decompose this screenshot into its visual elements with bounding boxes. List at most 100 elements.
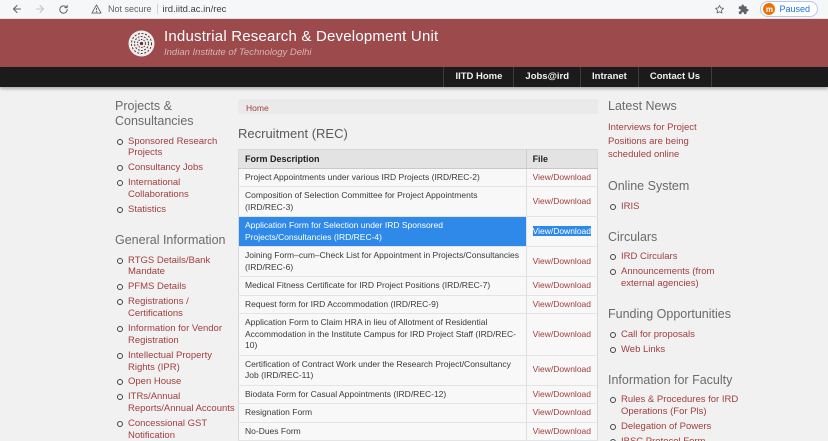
sidebar-link[interactable]: Sponsored Research Projects [115,136,235,160]
file-cell: View/Download [525,276,598,296]
file-cell: View/Download [525,422,598,441]
sidebar-link[interactable]: Call for proposals [608,329,740,341]
view-download-link[interactable]: View/Download [533,407,591,417]
view-download-link[interactable]: View/Download [533,389,591,399]
site-subtitle: Indian Institute of Technology Delhi [164,47,312,58]
sidebar-link[interactable]: Intellectual Property Rights (IPR) [115,350,235,374]
view-download-link[interactable]: View/Download [533,364,591,374]
sidebar-link[interactable]: Information for Vendor Registration [115,323,235,347]
file-cell: View/Download [525,246,598,278]
sidebar-section-title: Latest News [608,99,677,113]
profile-avatar: m [763,3,776,15]
file-cell: View/Download [525,295,598,315]
forward-icon[interactable] [33,2,47,16]
reload-icon[interactable] [56,2,70,16]
sidebar-section: Circulars IRD Circulars Announcements (fro… [608,230,740,290]
sidebar-link[interactable]: Concessional GST Notification [115,418,235,441]
sidebar-section-title: Online System [608,179,690,194]
file-cell: View/Download [525,186,598,218]
right-sidebar: Latest News Interviews for Project Positi… [608,87,740,441]
sidebar-list: RTGS Details/Bank Mandate PFMS Details Reg… [115,255,235,441]
form-description: No-Dues Form [238,422,527,441]
table-row: Joining Form–cum–Check List for Appointm… [238,246,598,278]
form-description: Medical Fitness Certificate for IRD Proj… [238,276,527,296]
form-description: Application Form to Claim HRA in lieu of… [238,313,527,356]
table-row: Application Form for Selection under IRD… [238,216,598,248]
sidebar-link[interactable]: IRD Circulars [608,251,740,263]
site-header: Industrial Research & Development Unit I… [0,19,828,67]
sidebar-link[interactable]: PFMS Details [115,281,235,293]
sidebar-section: Projects & Consultancies Sponsored Resear… [115,99,235,216]
table-row: Medical Fitness Certificate for IRD Proj… [238,276,598,296]
nav-item-intranet[interactable]: Intranet [581,67,639,87]
form-description: Composition of Selection Committee for P… [238,186,527,218]
sidebar-link[interactable]: Delegation of Powers [608,421,740,433]
sidebar-section: Information for Faculty Rules & Procedure… [608,373,740,441]
view-download-link[interactable]: View/Download [532,226,591,237]
back-icon[interactable] [10,2,24,16]
url-field[interactable]: ird.iitd.ac.in/rec [163,4,227,15]
form-description: Application Form for Selection under IRD… [238,216,527,248]
breadcrumb: Home [238,99,598,114]
form-description: Project Appointments under various IRD P… [238,168,527,188]
nav-item-jobs-ird[interactable]: Jobs@ird [514,67,581,87]
view-download-link[interactable]: View/Download [533,256,591,266]
file-cell: View/Download [525,168,598,188]
sidebar-section: Latest News Interviews for Project Positi… [608,99,740,162]
sync-paused-label: Paused [779,4,810,14]
form-description: Biodata Form for Casual Appointments (IR… [238,385,527,405]
view-download-link[interactable]: View/Download [533,196,591,206]
site-security[interactable]: Not secure ird.iitd.ac.in/rec [89,2,226,16]
sidebar-link[interactable]: Rules & Procedures for IRD Operations (F… [608,394,740,418]
table-row: Project Appointments under various IRD P… [238,168,598,188]
sidebar-list: Sponsored Research Projects Consultancy J… [115,136,235,216]
file-cell: View/Download [525,216,598,248]
nav-item-contact-us[interactable]: Contact Us [639,67,712,87]
table-row: Resignation Form View/Download [238,403,598,423]
view-download-link[interactable]: View/Download [533,172,591,182]
sidebar-list: IRD Circulars Announcements (from externa… [608,251,740,290]
sidebar-link[interactable]: IRIS [608,201,740,213]
sidebar-link[interactable]: Consultancy Jobs [115,162,235,174]
sidebar-link[interactable]: RTGS Details/Bank Mandate [115,255,235,279]
nav-menu: IITD Home Jobs@ird Intranet Contact Us [443,67,712,87]
sidebar-link[interactable]: International Collaborations [115,177,235,201]
bookmark-star-icon[interactable] [712,2,726,16]
browser-toolbar: Not secure ird.iitd.ac.in/rec m Paused [0,0,828,19]
security-label: Not secure [108,4,152,14]
sidebar-section-title: Projects & Consultancies [115,99,194,128]
view-download-link[interactable]: View/Download [533,280,591,290]
sidebar-link[interactable]: IBSC Protocol Form [608,436,740,441]
view-download-link[interactable]: View/Download [533,329,591,339]
sidebar-link[interactable]: Open House [115,376,235,388]
sidebar-section-title: Funding Opportunities [608,307,731,322]
table-row: No-Dues Form View/Download [238,422,598,441]
sidebar-link[interactable]: Registrations / Certifications [115,296,235,320]
iitd-logo-icon [128,30,155,57]
file-cell: View/Download [525,385,598,405]
site-nav: IITD Home Jobs@ird Intranet Contact Us [0,67,828,87]
sidebar-section: General Information RTGS Details/Bank Man… [115,233,235,441]
sidebar-list: Rules & Procedures for IRD Operations (F… [608,394,740,441]
sidebar-link[interactable]: Web Links [608,344,740,356]
profile-sync-paused-button[interactable]: m Paused [760,1,818,17]
warning-icon [89,2,103,16]
news-text-link[interactable]: Interviews for Project Positions are bei… [608,121,712,162]
sidebar-section-title: General Information [115,232,226,247]
column-header-form-description: Form Description [238,149,527,169]
sidebar-list: IRIS [608,201,740,213]
form-description: Joining Form–cum–Check List for Appointm… [238,246,527,278]
page-content: Projects & Consultancies Sponsored Resear… [0,87,828,441]
forms-table-body: Project Appointments under various IRD P… [238,168,598,441]
file-cell: View/Download [525,403,598,423]
view-download-link[interactable]: View/Download [533,299,591,309]
breadcrumb-home-link[interactable]: Home [246,103,269,113]
sidebar-link[interactable]: Announcements (from external agencies) [608,266,740,290]
main-column: Home Recruitment (REC) Form Description … [238,87,598,441]
sidebar-link[interactable]: Statistics [115,204,235,216]
view-download-link[interactable]: View/Download [533,426,591,436]
sidebar-link[interactable]: ITRs/Annual Reports/Annual Accounts [115,391,235,415]
extensions-icon[interactable] [736,2,750,16]
nav-item-iitd-home[interactable]: IITD Home [444,67,515,87]
form-description: Certification of Contract Work under the… [238,355,527,386]
